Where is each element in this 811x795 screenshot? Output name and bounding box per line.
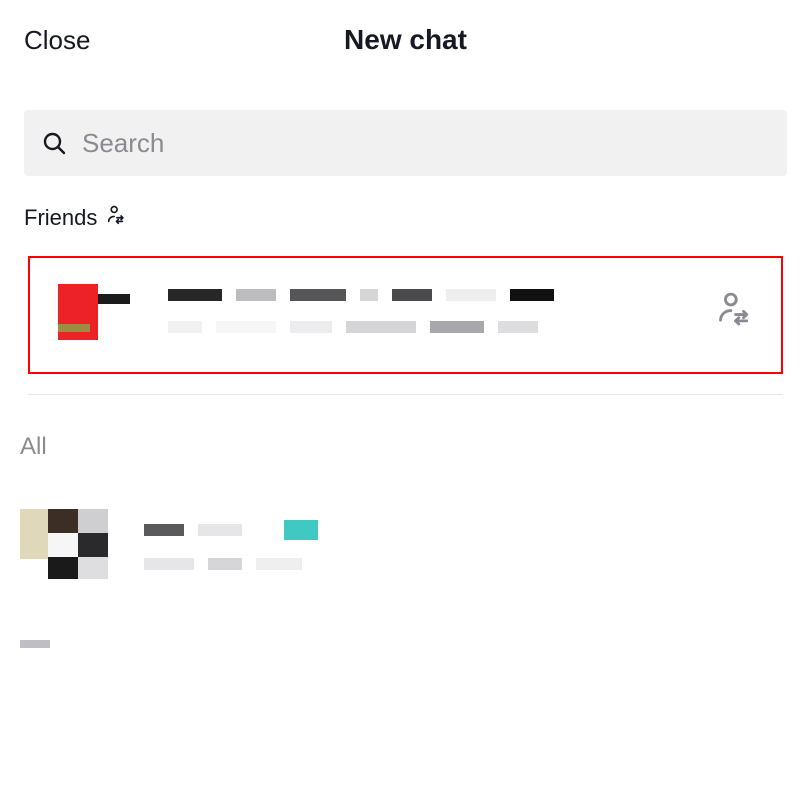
search-icon [42,131,66,155]
search-input[interactable] [82,128,769,159]
search-field[interactable] [24,110,787,176]
all-section-label: All [20,433,811,461]
page-title: New chat [344,24,467,56]
friends-label-text: Friends [24,205,97,231]
friend-avatar [58,280,130,342]
index-letter-redacted-2 [20,635,811,653]
contact-avatar [20,509,110,581]
mutual-follow-action-icon[interactable] [715,290,753,333]
friend-text [168,289,715,333]
header: Close New chat [0,0,811,80]
mutual-follow-icon [105,204,127,232]
contact-subtitle-redacted [144,558,318,570]
contact-item[interactable] [20,509,811,581]
contact-text [144,520,318,570]
friend-subtitle-redacted [168,321,715,333]
divider [28,394,783,395]
friend-item-highlighted[interactable] [28,256,783,374]
friends-section-label: Friends [24,204,811,232]
close-button[interactable]: Close [24,25,90,56]
friend-display-name-redacted [168,289,715,301]
contact-display-name-redacted [144,520,318,540]
